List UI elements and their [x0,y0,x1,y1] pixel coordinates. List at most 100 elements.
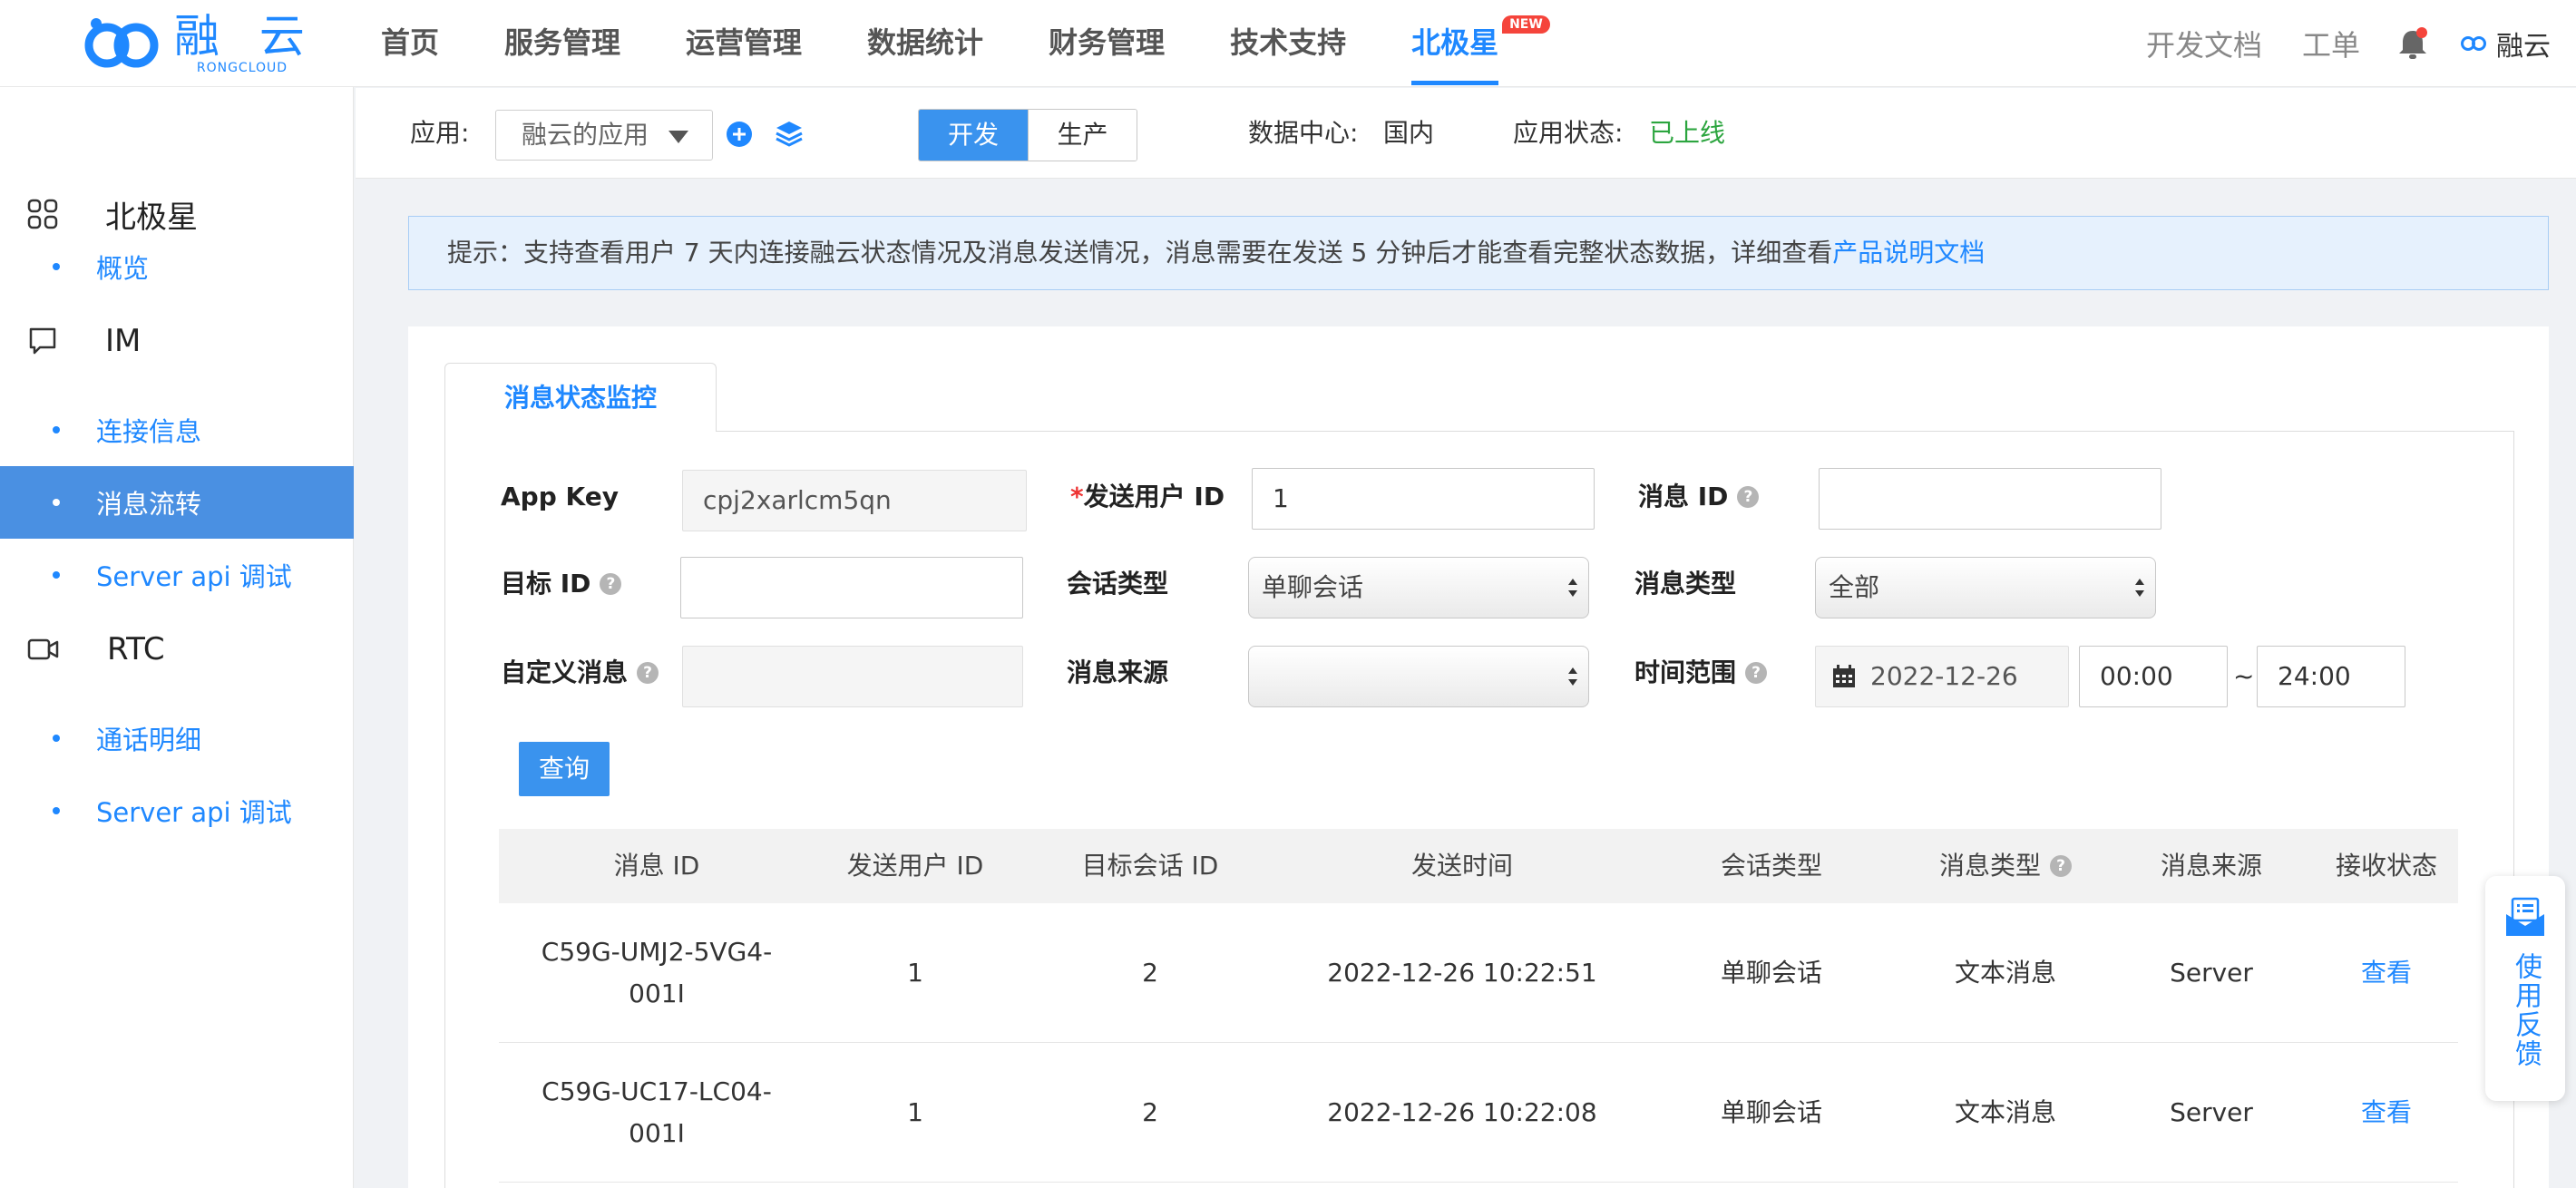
app-bar: 应用: 融云的应用 开发 生产 数据中心: 国内 应用状态: 已上线 [356,88,2576,179]
help-icon[interactable]: ? [2050,855,2072,877]
dev-docs-link[interactable]: 开发文档 [2146,23,2262,64]
target-id-cell: 2 [1142,958,1158,988]
help-icon[interactable]: ? [1745,662,1768,684]
tab-message-status-monitor[interactable]: 消息状态监控 [444,363,717,432]
conversation-type-select[interactable]: 单聊会话 [1248,557,1589,618]
message-id-cell: C59G-UC17-LC04- 001I [542,1076,772,1148]
grid-icon [27,199,58,229]
sidebar-item-message-flow[interactable]: 消息流转 [0,466,354,539]
column-header: 消息来源 [2160,851,2262,881]
nav-home[interactable]: 首页 [381,0,439,87]
sidebar-item-call-details[interactable]: 通话明细 [0,702,354,774]
bell-icon[interactable] [2396,25,2429,62]
logo-text-cn: 融 云 [174,10,317,63]
nav-finance-management[interactable]: 财务管理 [1049,0,1165,87]
app-key-field[interactable]: cpj2xarlcm5qn [682,470,1027,531]
app-key-label: App Key [501,482,619,511]
view-status-link[interactable]: 查看 [2315,903,2458,1043]
new-badge: NEW [1502,15,1550,34]
user-menu[interactable]: 融云 [2460,24,2551,63]
rongcloud-logo-icon [84,18,159,68]
query-button[interactable]: 查询 [519,742,610,796]
feedback-envelope-icon [2506,897,2544,936]
sender-id-cell: 1 [907,958,923,988]
feedback-button[interactable]: 使用反馈 [2485,876,2565,1101]
custom-message-field[interactable] [682,646,1023,707]
chat-bubble-icon [29,327,56,355]
calendar-icon [1833,665,1855,687]
sidebar-item-rtc-server-api-debug[interactable]: Server api 调试 [0,774,354,847]
notice-banner: 提示：支持查看用户 7 天内连接融云状态情况及消息发送情况，消息需要在发送 5 … [408,216,2549,290]
message-source-cell: Server [2170,958,2253,988]
sidebar-item-overview[interactable]: 概览 [0,230,354,303]
logo-text-en: RONGCLOUD [196,61,288,75]
help-icon[interactable]: ? [637,662,659,684]
data-center-label: 数据中心: [1248,118,1359,148]
date-picker[interactable]: 2022-12-26 [1815,646,2069,707]
message-type-cell: 文本消息 [1954,958,2056,988]
sidebar-item-label: 通话明细 [96,725,202,755]
time-start-input[interactable]: 00:00 [2079,646,2228,707]
conversation-type-cell: 单聊会话 [1720,1097,1822,1127]
sender-id-input[interactable]: 1 [1252,468,1595,530]
user-name: 融云 [2496,31,2551,63]
select-arrows-icon [1568,579,1577,597]
sidebar-item-label: 连接信息 [96,416,202,447]
app-label: 应用: [410,118,470,148]
column-header: 发送时间 [1410,851,1513,881]
time-end-input[interactable]: 24:00 [2257,646,2405,707]
table-row: C59G-UMJ2-5VG4- 001I 1 2 2022-12-26 10:22… [499,903,2458,1043]
sender-id-cell: 1 [907,1097,923,1127]
video-camera-icon [27,638,59,660]
top-nav: 融 云 RONGCLOUD 首页 服务管理 运营管理 数据统计 财务管理 技术支… [0,0,2576,87]
ticket-link[interactable]: 工单 [2302,23,2360,64]
env-switch: 开发 生产 [918,109,1137,161]
sidebar-item-connection-info[interactable]: 连接信息 [0,394,354,466]
nav-service-management[interactable]: 服务管理 [504,0,620,87]
nav-polaris[interactable]: 北极星 NEW [1411,0,1550,87]
add-circle-icon[interactable] [726,121,753,148]
sidebar-item-im-server-api-debug[interactable]: Server api 调试 [0,539,354,611]
message-type-value: 全部 [1829,572,1880,602]
logo[interactable]: 融 云 RONGCLOUD [80,9,317,78]
rongcloud-small-icon [2461,36,2486,51]
help-icon[interactable]: ? [1737,486,1760,508]
product-docs-link[interactable]: 产品说明文档 [1832,238,1985,268]
nav-data-statistics[interactable]: 数据统计 [867,0,983,87]
send-time-cell: 2022-12-26 10:22:51 [1327,958,1597,988]
target-id-label: 目标 ID? [501,564,622,604]
main-nav: 首页 服务管理 运营管理 数据统计 财务管理 技术支持 北极星 NEW [381,0,1564,87]
message-type-select[interactable]: 全部 [1815,557,2156,618]
time-range-label: 时间范围? [1634,653,1768,693]
help-icon[interactable]: ? [600,573,622,595]
select-arrows-icon [1568,667,1577,686]
column-header: 接收状态 [2335,851,2437,881]
nav-polaris-label: 北极星 [1411,25,1499,60]
data-center-value: 国内 [1383,118,1435,148]
sidebar-item-label: Server api 调试 [96,561,292,592]
view-status-link[interactable]: 查看 [2315,1043,2458,1183]
nav-operation-management[interactable]: 运营管理 [686,0,802,87]
nav-tech-support[interactable]: 技术支持 [1230,0,1346,87]
message-source-select[interactable] [1248,646,1589,707]
feedback-label: 使用反馈 [2510,952,2542,1068]
message-id-label: 消息 ID? [1638,477,1760,517]
column-header: 目标会话 ID [1081,851,1219,881]
column-header: 消息类型? [1903,829,2108,903]
app-select[interactable]: 融云的应用 [495,110,713,161]
custom-message-label: 自定义消息? [501,653,659,693]
env-dev-button[interactable]: 开发 [919,110,1028,161]
target-id-input[interactable] [680,557,1023,618]
conversation-type-cell: 单聊会话 [1720,958,1822,988]
message-source-cell: Server [2170,1097,2253,1127]
env-prod-button[interactable]: 生产 [1028,110,1137,161]
sidebar-group-rtc[interactable]: RTC [0,613,354,686]
message-type-label: 消息类型 [1634,569,1737,599]
date-value: 2022-12-26 [1870,661,2018,691]
layers-icon[interactable] [775,119,804,150]
message-source-label: 消息来源 [1067,657,1169,687]
send-time-cell: 2022-12-26 10:22:08 [1327,1097,1597,1127]
message-id-input[interactable] [1819,468,2161,530]
sender-id-label: * 发送用户 ID [1070,482,1225,511]
sidebar-group-im[interactable]: IM [0,305,354,377]
